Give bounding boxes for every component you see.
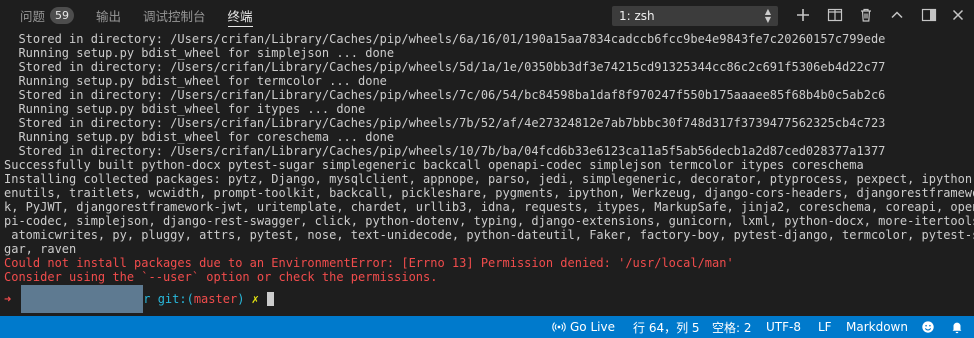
chevron-up-icon [891, 11, 903, 19]
tab-terminal-label: 终端 [227, 8, 253, 24]
terminal-line: Stored in directory: /Users/crifan/Libra… [4, 144, 886, 158]
toggle-panel-position-button[interactable] [919, 5, 939, 25]
tab-debug-console[interactable]: 调试控制台 [132, 0, 217, 30]
tab-terminal[interactable]: 终端 [217, 0, 264, 30]
terminal-line: Installing collected packages: pytz, Dja… [4, 172, 974, 186]
indentation-setting[interactable]: 空格: 2 [712, 316, 752, 338]
terminal-output[interactable]: Stored in directory: /Users/crifan/Libra… [0, 32, 974, 314]
tab-output[interactable]: 输出 [85, 0, 132, 30]
terminal-line: Running setup.py bdist_wheel for termcol… [4, 74, 387, 88]
close-panel-button[interactable] [948, 5, 968, 25]
kill-terminal-button[interactable] [856, 5, 876, 25]
terminal-line: pi-codec, simplejson, django-rest-swagge… [4, 214, 974, 228]
terminal-line: Successfully built python-docx pytest-su… [4, 158, 864, 172]
terminal-line: k, PyJWT, djangorestframework-jwt, urite… [4, 200, 974, 214]
split-terminal-button[interactable] [825, 5, 845, 25]
language-mode[interactable]: Markdown [846, 316, 908, 338]
prompt-git-label: git:( [157, 292, 194, 306]
terminal-line: Stored in directory: /Users/crifan/Libra… [4, 88, 886, 102]
redacted-directory [21, 285, 144, 313]
terminal-line: Running setup.py bdist_wheel for itypes … [4, 102, 366, 116]
terminal-line: Running setup.py bdist_wheel for coresch… [4, 130, 395, 144]
terminal-line: Stored in directory: /Users/crifan/Libra… [4, 116, 886, 130]
indentation-label: 空格: 2 [712, 320, 752, 335]
plus-icon [797, 9, 809, 21]
terminal-line: enutils, traitlets, wcwidth, prompt-tool… [4, 186, 974, 200]
language-label: Markdown [846, 320, 908, 334]
split-icon [827, 8, 843, 22]
terminal-line: atomicwrites, py, pluggy, attrs, pytest,… [4, 228, 974, 242]
encoding-setting[interactable]: UTF-8 [766, 316, 801, 338]
tab-debug-console-label: 调试控制台 [143, 8, 206, 24]
go-live-button[interactable]: Go Live [552, 316, 615, 338]
maximize-panel-icon [921, 8, 937, 22]
trash-icon [861, 8, 871, 22]
notifications-button[interactable] [950, 316, 968, 338]
terminal-error-line: Consider using the `--user` option or ch… [4, 270, 438, 284]
new-terminal-button[interactable] [793, 5, 813, 25]
cursor-position[interactable]: 行 64，列 5 [633, 316, 700, 338]
notification-bell-icon [952, 322, 962, 334]
prompt-git-close: ) [237, 292, 245, 306]
feedback-smiley-icon [922, 321, 934, 333]
status-bar: Go Live 行 64，列 5 空格: 2 UTF-8 LF Markdown [0, 316, 974, 338]
tab-output-label: 输出 [96, 8, 122, 24]
prompt-dir-suffix: r [143, 292, 151, 306]
tab-problems-label: 问题 [20, 8, 46, 24]
prompt-dirty-mark: ✗ [251, 292, 259, 306]
maximize-panel-button[interactable] [887, 5, 907, 25]
terminal-instance-value: 1: zsh [619, 9, 655, 23]
problems-count-badge: 59 [50, 6, 75, 24]
terminal-line: gar, raven [4, 242, 77, 256]
cursor-position-label: 行 64，列 5 [633, 320, 700, 335]
terminal-lines: Stored in directory: /Users/crifan/Libra… [4, 32, 974, 284]
eol-setting[interactable]: LF [818, 316, 832, 338]
terminal-instance-select[interactable]: 1: zsh ▲ ▼ [612, 6, 778, 26]
prompt-arrow: ➜ [4, 292, 12, 306]
select-arrows-icon: ▲ ▼ [764, 7, 771, 24]
feedback-button[interactable] [921, 316, 939, 338]
terminal-line: Running setup.py bdist_wheel for simplej… [4, 46, 395, 60]
terminal-error-line: Could not install packages due to an Env… [4, 256, 734, 270]
terminal-cursor [266, 292, 274, 306]
close-icon [952, 9, 964, 21]
terminal-prompt: ➜ r git:( master ) ✗ [4, 285, 974, 313]
go-live-label: Go Live [570, 320, 615, 334]
terminal-line: Stored in directory: /Users/crifan/Libra… [4, 60, 886, 74]
prompt-git-branch: master [193, 292, 238, 306]
broadcast-icon [552, 322, 566, 332]
tab-problems[interactable]: 问题 59 [0, 0, 85, 30]
encoding-label: UTF-8 [766, 320, 801, 334]
terminal-line: Stored in directory: /Users/crifan/Libra… [4, 32, 886, 46]
eol-label: LF [818, 320, 832, 334]
